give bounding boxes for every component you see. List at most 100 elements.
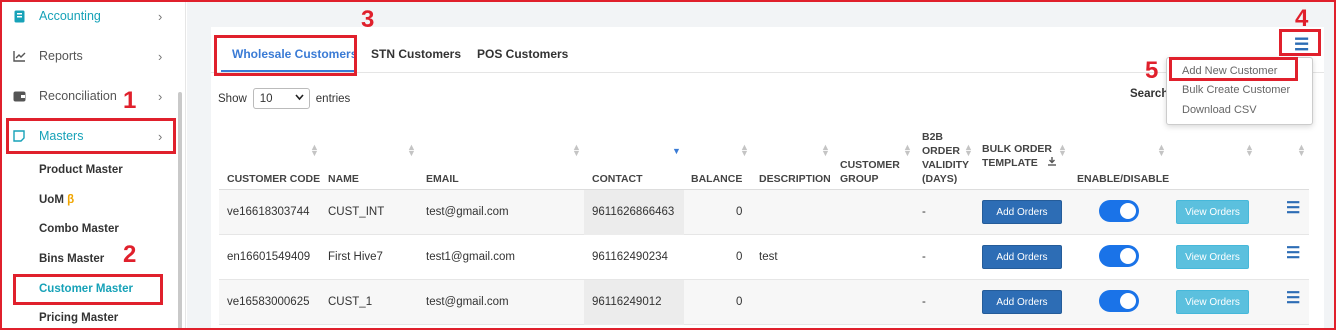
header-description[interactable]: DESCRIPTION — [759, 120, 831, 186]
sort-icon[interactable]: ▲ ▼ — [1245, 143, 1254, 158]
add-orders-button[interactable]: Add Orders — [982, 245, 1062, 269]
menu-item-download-csv[interactable]: Download CSV — [1182, 104, 1257, 116]
view-orders-button[interactable]: View Orders — [1176, 245, 1249, 269]
annotation-number: 5 — [1145, 57, 1159, 84]
entries-value: 10 — [259, 92, 273, 105]
download-icon[interactable] — [1047, 157, 1057, 169]
cell-description: test — [759, 251, 778, 263]
cell-customer-code: ve16583000625 — [227, 296, 310, 308]
sort-icon[interactable]: ▲ ▼ — [1058, 143, 1067, 158]
header-label: CUSTOMER CODE — [227, 173, 321, 185]
sidebar-subitem-label: UoM — [39, 194, 64, 206]
cell-balance: 0 — [736, 206, 743, 218]
enable-toggle[interactable] — [1099, 200, 1139, 222]
annotation-box-add-new-customer — [1169, 57, 1298, 81]
sidebar-item-label: Accounting — [39, 9, 101, 23]
header-label: CONTACT — [592, 173, 643, 185]
cell-contact: 9611626866463 — [592, 206, 675, 218]
sort-icon[interactable]: ▲ ▼ — [821, 143, 830, 158]
beta-badge: β — [67, 194, 75, 206]
header-label: EMAIL — [426, 173, 459, 185]
sort-icon[interactable]: ▲ ▼ — [903, 143, 912, 158]
sidebar-subitem-product-master[interactable]: Product Master — [39, 164, 123, 176]
annotation-box-hamburger — [1279, 29, 1321, 56]
sidebar-subitem-bins-master[interactable]: Bins Master — [39, 253, 104, 265]
annotation-number: 4 — [1295, 5, 1309, 32]
sidebar-subitem-combo-master[interactable]: Combo Master — [39, 223, 119, 235]
sort-icon[interactable]: ▲ ▼ — [740, 143, 749, 158]
chevron-right-icon: › — [158, 8, 163, 24]
header-enable-disable[interactable]: ENABLE/DISABLE — [1077, 120, 1169, 186]
header-name[interactable]: NAME — [328, 120, 359, 186]
header-bulk-order-template[interactable]: BULK ORDER TEMPLATE — [982, 120, 1057, 186]
header-label: BULK ORDER TEMPLATE — [982, 142, 1057, 170]
annotation-number: 3 — [361, 6, 375, 33]
header-label: DESCRIPTION — [759, 173, 831, 185]
header-contact[interactable]: CONTACT — [592, 120, 643, 186]
chart-icon — [12, 49, 26, 63]
sidebar-scrollbar[interactable] — [178, 92, 182, 330]
header-customer-code[interactable]: CUSTOMER CODE — [227, 120, 320, 186]
header-b2b-order-validity[interactable]: B2B ORDER VALIDITY (DAYS) — [922, 120, 969, 186]
header-label: NAME — [328, 173, 359, 185]
row-menu-icon[interactable]: ☰ — [1286, 243, 1300, 263]
chevron-down-icon — [295, 91, 304, 106]
sort-icon[interactable]: ▲ ▼ — [407, 143, 416, 158]
sidebar-subitem-pricing-master[interactable]: Pricing Master — [39, 312, 118, 324]
sort-icon[interactable]: ▲ ▼ — [1297, 143, 1306, 158]
annotation-box-wholesale-tab — [214, 35, 357, 76]
cell-balance: 0 — [736, 296, 743, 308]
cell-name: First Hive7 — [328, 251, 383, 263]
cell-contact: 961162490234 — [592, 251, 668, 263]
row-menu-icon[interactable]: ☰ — [1286, 288, 1300, 308]
cell-validity: - — [922, 206, 926, 218]
tab-stn-customers[interactable]: STN Customers — [371, 47, 461, 61]
chevron-right-icon: › — [158, 48, 163, 64]
sort-icon[interactable]: ▲ ▼ — [310, 143, 319, 158]
sort-icon[interactable]: ▲ ▼ — [964, 143, 973, 158]
header-label: CUSTOMER GROUP — [840, 159, 900, 185]
sidebar-item-reconciliation[interactable]: Reconciliation › — [0, 78, 180, 114]
table-row — [219, 280, 1309, 325]
annotation-number: 1 — [123, 87, 137, 114]
sidebar-subitem-uom[interactable]: UoM β — [39, 194, 74, 206]
entries-select[interactable]: 10 — [252, 88, 310, 109]
wallet-icon — [12, 89, 26, 103]
annotation-box-masters — [6, 118, 176, 154]
chevron-right-icon: › — [158, 88, 163, 104]
row-menu-icon[interactable]: ☰ — [1286, 198, 1300, 218]
cell-email: test@gmail.com — [426, 296, 509, 308]
header-balance[interactable]: BALANCE — [691, 120, 742, 186]
cell-customer-code: ve16618303744 — [227, 206, 310, 218]
header-customer-group[interactable]: CUSTOMER GROUP — [840, 120, 900, 186]
header-email[interactable]: EMAIL — [426, 120, 459, 186]
cell-email: test1@gmail.com — [426, 251, 516, 263]
enable-toggle[interactable] — [1099, 290, 1139, 312]
add-orders-button[interactable]: Add Orders — [982, 290, 1062, 314]
show-label: Show — [218, 92, 247, 105]
enable-toggle[interactable] — [1099, 245, 1139, 267]
cell-name: CUST_1 — [328, 296, 373, 308]
entries-control: Show 10 entries — [218, 88, 350, 109]
sort-desc-icon[interactable]: ▼ — [672, 147, 681, 156]
sort-icon[interactable]: ▲ ▼ — [572, 143, 581, 158]
annotation-box-customer-master — [13, 274, 163, 305]
header-label: ENABLE/DISABLE — [1077, 173, 1170, 185]
cell-name: CUST_INT — [328, 206, 385, 218]
sidebar-item-accounting[interactable]: Accounting › — [0, 0, 180, 34]
menu-item-bulk-create-customer[interactable]: Bulk Create Customer — [1182, 84, 1290, 96]
view-orders-button[interactable]: View Orders — [1176, 200, 1249, 224]
entries-label: entries — [315, 92, 351, 105]
view-orders-button[interactable]: View Orders — [1176, 290, 1249, 314]
tab-pos-customers[interactable]: POS Customers — [477, 47, 568, 61]
cell-balance: 0 — [736, 251, 743, 263]
cell-email: test@gmail.com — [426, 206, 509, 218]
sort-icon[interactable]: ▲ ▼ — [1157, 143, 1166, 158]
book-icon — [12, 9, 26, 23]
cell-customer-code: en16601549409 — [227, 251, 311, 263]
sidebar-item-reports[interactable]: Reports › — [0, 38, 180, 74]
annotation-number: 2 — [123, 241, 137, 268]
cell-validity: - — [922, 296, 926, 308]
add-orders-button[interactable]: Add Orders — [982, 200, 1062, 224]
cell-contact: 96116249012 — [592, 296, 662, 308]
